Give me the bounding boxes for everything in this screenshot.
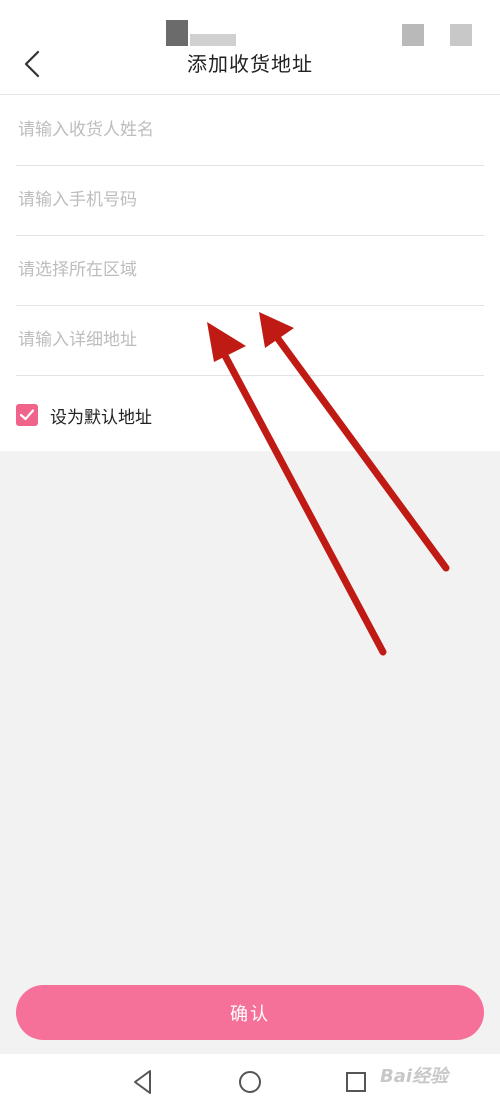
recipient-name-input[interactable]	[16, 95, 486, 165]
confirm-button[interactable]: 确认	[16, 985, 484, 1040]
home-circle-icon[interactable]	[237, 1066, 263, 1098]
header-bar: 添加收货地址	[0, 0, 500, 95]
address-field-row	[16, 305, 486, 376]
status-bar-blurred-icon	[190, 34, 236, 46]
address-form: 设为默认地址	[0, 95, 500, 451]
page-title: 添加收货地址	[187, 52, 313, 76]
recents-square-icon[interactable]	[343, 1066, 369, 1098]
name-field-row	[16, 95, 486, 166]
watermark-logo: Bai经验	[380, 1066, 449, 1087]
phone-field-row	[16, 165, 486, 236]
region-select-input[interactable]	[16, 235, 486, 305]
phone-number-input[interactable]	[16, 165, 486, 235]
status-bar-blurred-icon	[402, 24, 424, 46]
default-address-checkbox[interactable]	[16, 404, 38, 426]
default-address-label: 设为默认地址	[50, 407, 152, 428]
default-address-toggle[interactable]: 设为默认地址	[16, 397, 152, 433]
back-triangle-icon[interactable]	[130, 1066, 156, 1098]
detail-address-input[interactable]	[16, 305, 486, 375]
status-bar-blurred-icon	[166, 20, 188, 46]
status-bar-blurred-icon	[450, 24, 472, 46]
check-icon	[19, 409, 35, 421]
region-field-row	[16, 235, 486, 306]
